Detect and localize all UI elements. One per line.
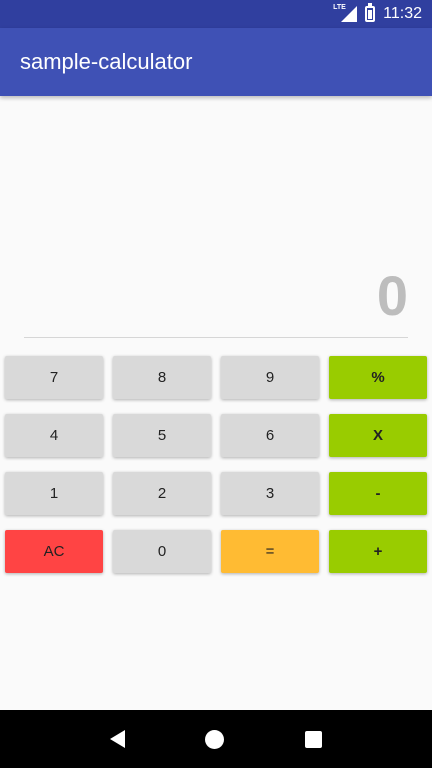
key-subtract[interactable]: -: [329, 472, 427, 515]
keypad-row: 7 8 9 %: [5, 356, 427, 399]
battery-charging-icon: [365, 3, 376, 22]
key-all-clear[interactable]: AC: [5, 530, 103, 573]
recent-apps-icon[interactable]: [304, 730, 322, 748]
key-9[interactable]: 9: [221, 356, 319, 399]
keypad-row: AC 0 = +: [5, 530, 427, 573]
back-icon[interactable]: [110, 730, 126, 748]
home-icon[interactable]: [205, 729, 225, 749]
key-3[interactable]: 3: [221, 472, 319, 515]
key-7[interactable]: 7: [5, 356, 103, 399]
keypad-row: 1 2 3 -: [5, 472, 427, 515]
key-1[interactable]: 1: [5, 472, 103, 515]
key-percent[interactable]: %: [329, 356, 427, 399]
key-multiply[interactable]: X: [329, 414, 427, 457]
app-title: sample-calculator: [20, 49, 193, 74]
navigation-bar: [0, 710, 432, 768]
key-4[interactable]: 4: [5, 414, 103, 457]
status-time: 11:32: [383, 5, 422, 22]
key-add[interactable]: +: [329, 530, 427, 573]
display-divider: [24, 337, 408, 338]
calculator-display: 0: [24, 260, 408, 330]
status-bar: LTE 11:32: [0, 0, 432, 28]
app-bar: sample-calculator: [0, 28, 432, 96]
keypad-row: 4 5 6 X: [5, 414, 427, 457]
key-8[interactable]: 8: [113, 356, 211, 399]
signal-icon: LTE: [333, 4, 358, 22]
keypad: 7 8 9 % 4 5 6 X 1 2 3 - AC 0 = +: [5, 356, 427, 588]
key-5[interactable]: 5: [113, 414, 211, 457]
key-0[interactable]: 0: [113, 530, 211, 573]
display-value: 0: [376, 263, 408, 327]
key-2[interactable]: 2: [113, 472, 211, 515]
key-equals[interactable]: =: [221, 530, 319, 573]
key-6[interactable]: 6: [221, 414, 319, 457]
